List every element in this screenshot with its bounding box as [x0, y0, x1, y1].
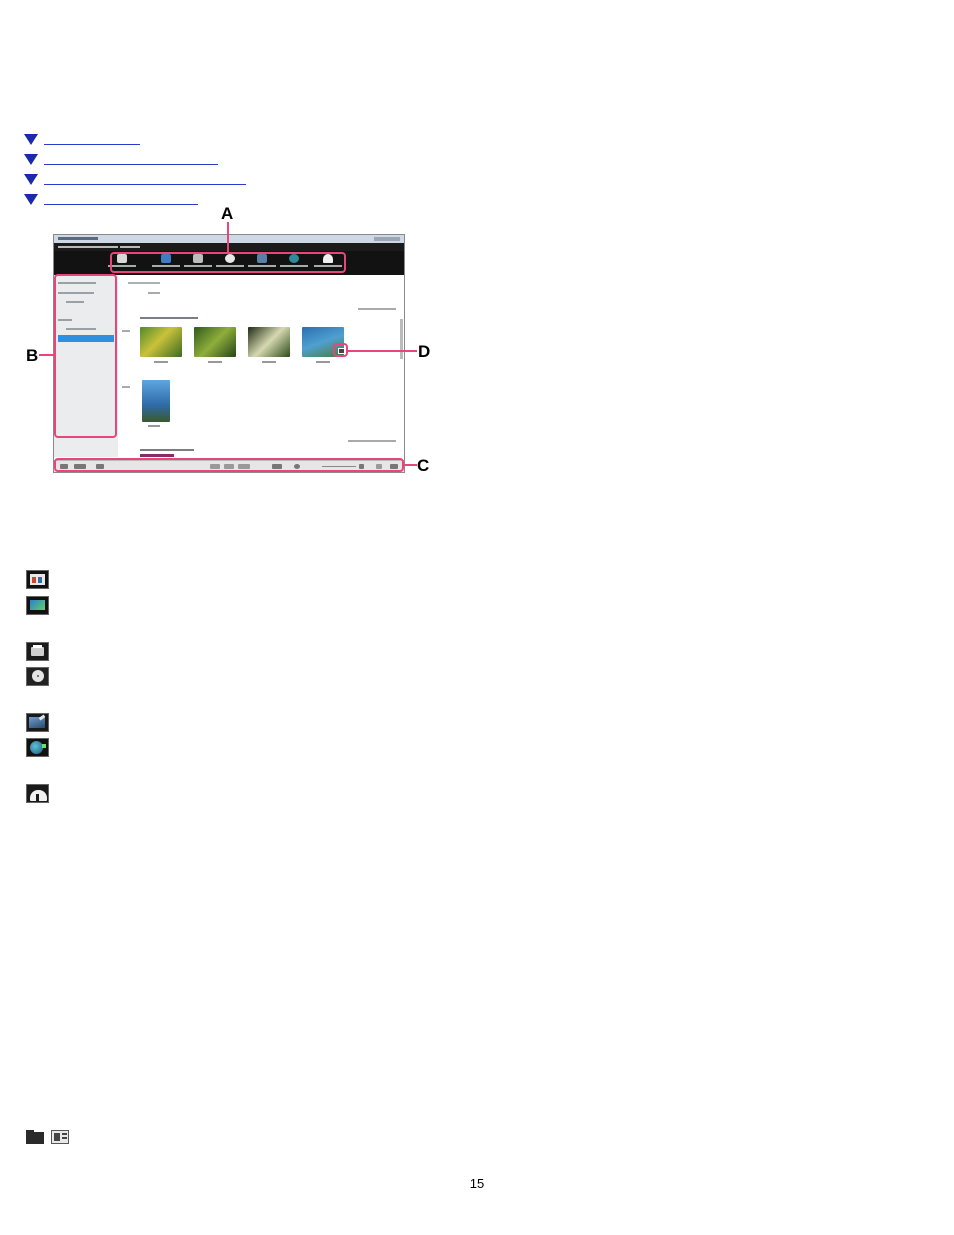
- callout-box-c: [54, 458, 404, 472]
- photo-thumbnail-1[interactable]: [140, 327, 182, 357]
- triangle-down-icon: [24, 193, 38, 205]
- slideshow-icon: [26, 596, 49, 615]
- disc-icon: [26, 667, 49, 686]
- callout-line-a: [227, 222, 229, 253]
- triangle-down-icon: [24, 133, 38, 145]
- nav-link-3[interactable]: [24, 172, 246, 186]
- photo-thumbnail-5[interactable]: [142, 380, 170, 422]
- callout-line-d: [347, 350, 417, 352]
- triangle-down-icon: [24, 153, 38, 165]
- callout-label-b: B: [26, 346, 39, 365]
- nav-link-1[interactable]: [24, 132, 140, 146]
- main-scrollbar[interactable]: [400, 319, 403, 359]
- photo-thumbnail-3[interactable]: [248, 327, 290, 357]
- folder-icon: [26, 1130, 44, 1144]
- callout-label-d: D: [418, 342, 431, 361]
- view-mode-icon: [51, 1130, 69, 1144]
- nav-link-2[interactable]: [24, 152, 218, 166]
- callout-box-a: [110, 252, 346, 273]
- callout-label-a: A: [221, 204, 234, 223]
- callout-box-d: [333, 343, 348, 357]
- triangle-down-icon: [24, 173, 38, 185]
- printer-icon: [26, 642, 49, 661]
- menu-bar: [54, 243, 404, 251]
- thumbnail-area: [118, 275, 404, 457]
- window-titlebar: [54, 235, 404, 243]
- page-number: 15: [469, 1176, 485, 1191]
- globe-share-icon: [26, 738, 49, 757]
- callout-line-c: [403, 464, 417, 466]
- calendar-index-icon: [26, 570, 49, 589]
- photo-thumbnail-2[interactable]: [194, 327, 236, 357]
- nav-link-4[interactable]: [24, 192, 198, 206]
- callout-line-b: [39, 354, 55, 356]
- callout-label-c: C: [417, 456, 430, 475]
- callout-box-b: [54, 274, 117, 438]
- edit-icon: [26, 713, 49, 732]
- cloud-upload-icon: [26, 784, 49, 803]
